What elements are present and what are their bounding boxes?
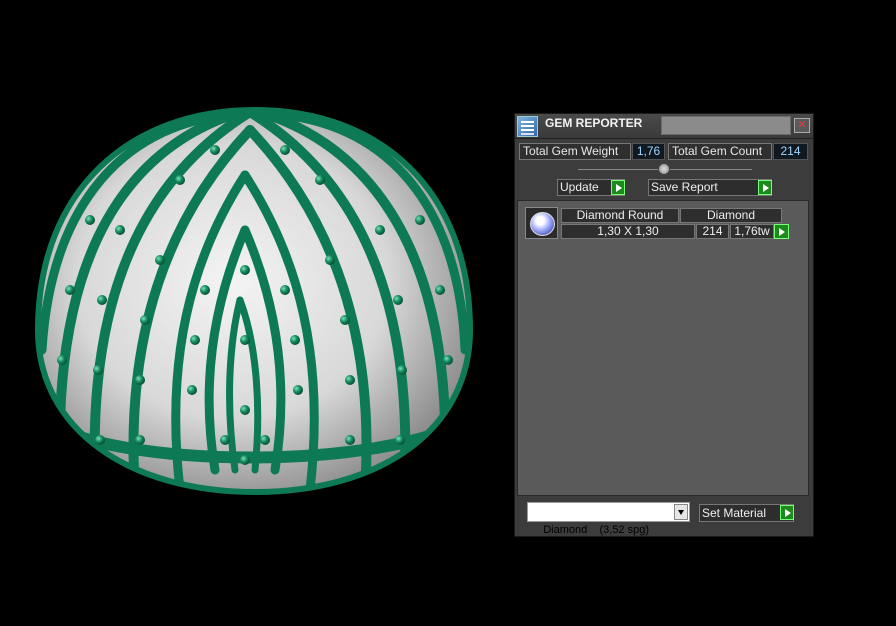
panel-title: GEM REPORTER xyxy=(545,116,643,130)
total-gem-weight-value: 1,76 xyxy=(632,143,665,160)
play-arrow-icon xyxy=(611,180,625,195)
total-gem-count-label: Total Gem Count xyxy=(668,143,772,160)
play-arrow-icon xyxy=(758,180,772,195)
splitter-handle[interactable] xyxy=(658,163,670,175)
title-bar-fill xyxy=(661,116,791,135)
dome-render xyxy=(34,106,474,496)
round-diamond-icon xyxy=(525,207,558,239)
set-material-button[interactable]: Set Material xyxy=(699,504,794,522)
update-button[interactable]: Update xyxy=(557,179,625,196)
gem-reporter-panel: GEM REPORTER ✕ Total Gem Weight 1,76 Tot… xyxy=(514,113,814,537)
gem-list-item[interactable]: Diamond Round Diamond 1,30 X 1,30 214 1,… xyxy=(525,207,789,240)
material-select-value: Diamond (3,52 spg) xyxy=(543,524,650,536)
chevron-down-icon[interactable] xyxy=(674,504,688,520)
material-select[interactable]: Diamond (3,52 spg) xyxy=(527,502,690,536)
gem-size: 1,30 X 1,30 xyxy=(561,224,695,239)
title-bar[interactable]: GEM REPORTER ✕ xyxy=(515,114,813,139)
total-gem-count-value: 214 xyxy=(773,143,808,160)
save-report-button[interactable]: Save Report xyxy=(648,179,772,196)
play-arrow-icon[interactable] xyxy=(774,224,789,239)
gem-reporter-icon xyxy=(517,116,538,137)
3d-viewport[interactable] xyxy=(0,0,500,623)
gem-count: 214 xyxy=(696,224,729,239)
gem-list[interactable]: Diamond Round Diamond 1,30 X 1,30 214 1,… xyxy=(517,200,809,496)
update-label: Update xyxy=(560,180,599,194)
total-gem-weight-label: Total Gem Weight xyxy=(519,143,631,160)
save-report-label: Save Report xyxy=(651,180,718,194)
gem-weight: 1,76tw xyxy=(730,224,774,239)
set-material-label: Set Material xyxy=(702,506,767,520)
close-button[interactable]: ✕ xyxy=(794,118,810,133)
play-arrow-icon xyxy=(780,505,794,520)
gem-material: Diamond xyxy=(680,208,782,223)
gem-name: Diamond Round xyxy=(561,208,679,223)
